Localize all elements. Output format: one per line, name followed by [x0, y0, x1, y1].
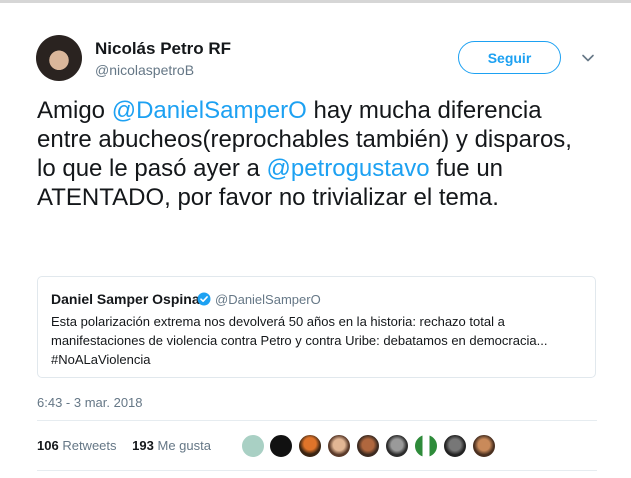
- author-name[interactable]: Nicolás Petro RF: [95, 39, 231, 59]
- verified-badge-icon: [197, 292, 211, 306]
- tweet-text-part: Amigo: [37, 97, 112, 124]
- divider: [37, 420, 597, 421]
- author-avatar[interactable]: [36, 35, 82, 81]
- likes-count[interactable]: 193: [132, 438, 154, 453]
- divider: [37, 470, 597, 471]
- tweet-text: Amigo @DanielSamperO hay mucha diferenci…: [37, 96, 597, 212]
- liker-avatar[interactable]: [269, 434, 293, 458]
- quoted-author-handle: @DanielSamperO: [215, 292, 321, 307]
- tweet-stats: 106 Retweets 193 Me gusta: [37, 438, 211, 453]
- mention-link[interactable]: @petrogustavo: [267, 155, 430, 182]
- mention-link[interactable]: @DanielSamperO: [112, 97, 307, 124]
- retweets-label[interactable]: Retweets: [62, 438, 116, 453]
- tweet-timestamp[interactable]: 6:43 - 3 mar. 2018: [37, 395, 143, 410]
- liker-avatar[interactable]: [356, 434, 380, 458]
- quoted-text-line: manifestaciones de violencia contra Petr…: [51, 333, 548, 348]
- liker-avatar[interactable]: [414, 434, 438, 458]
- retweets-count[interactable]: 106: [37, 438, 59, 453]
- liker-avatar[interactable]: [472, 434, 496, 458]
- liker-avatar[interactable]: [327, 434, 351, 458]
- window-top-border: [0, 0, 631, 3]
- chevron-down-icon[interactable]: [580, 50, 596, 66]
- quoted-text-line: Esta polarización extrema nos devolverá …: [51, 314, 505, 329]
- quoted-text: Esta polarización extrema nos devolverá …: [51, 312, 586, 369]
- quoted-tweet[interactable]: Daniel Samper Ospina @DanielSamperO Esta…: [37, 276, 596, 378]
- liker-avatar[interactable]: [241, 434, 265, 458]
- quoted-hashtag: #NoALaViolencia: [51, 352, 151, 367]
- quoted-author-name: Daniel Samper Ospina: [51, 291, 200, 307]
- liker-avatar[interactable]: [385, 434, 409, 458]
- liker-avatar[interactable]: [443, 434, 467, 458]
- follow-button[interactable]: Seguir: [458, 41, 561, 74]
- likes-label[interactable]: Me gusta: [157, 438, 210, 453]
- author-handle[interactable]: @nicolaspetroB: [95, 62, 194, 78]
- liker-avatar[interactable]: [298, 434, 322, 458]
